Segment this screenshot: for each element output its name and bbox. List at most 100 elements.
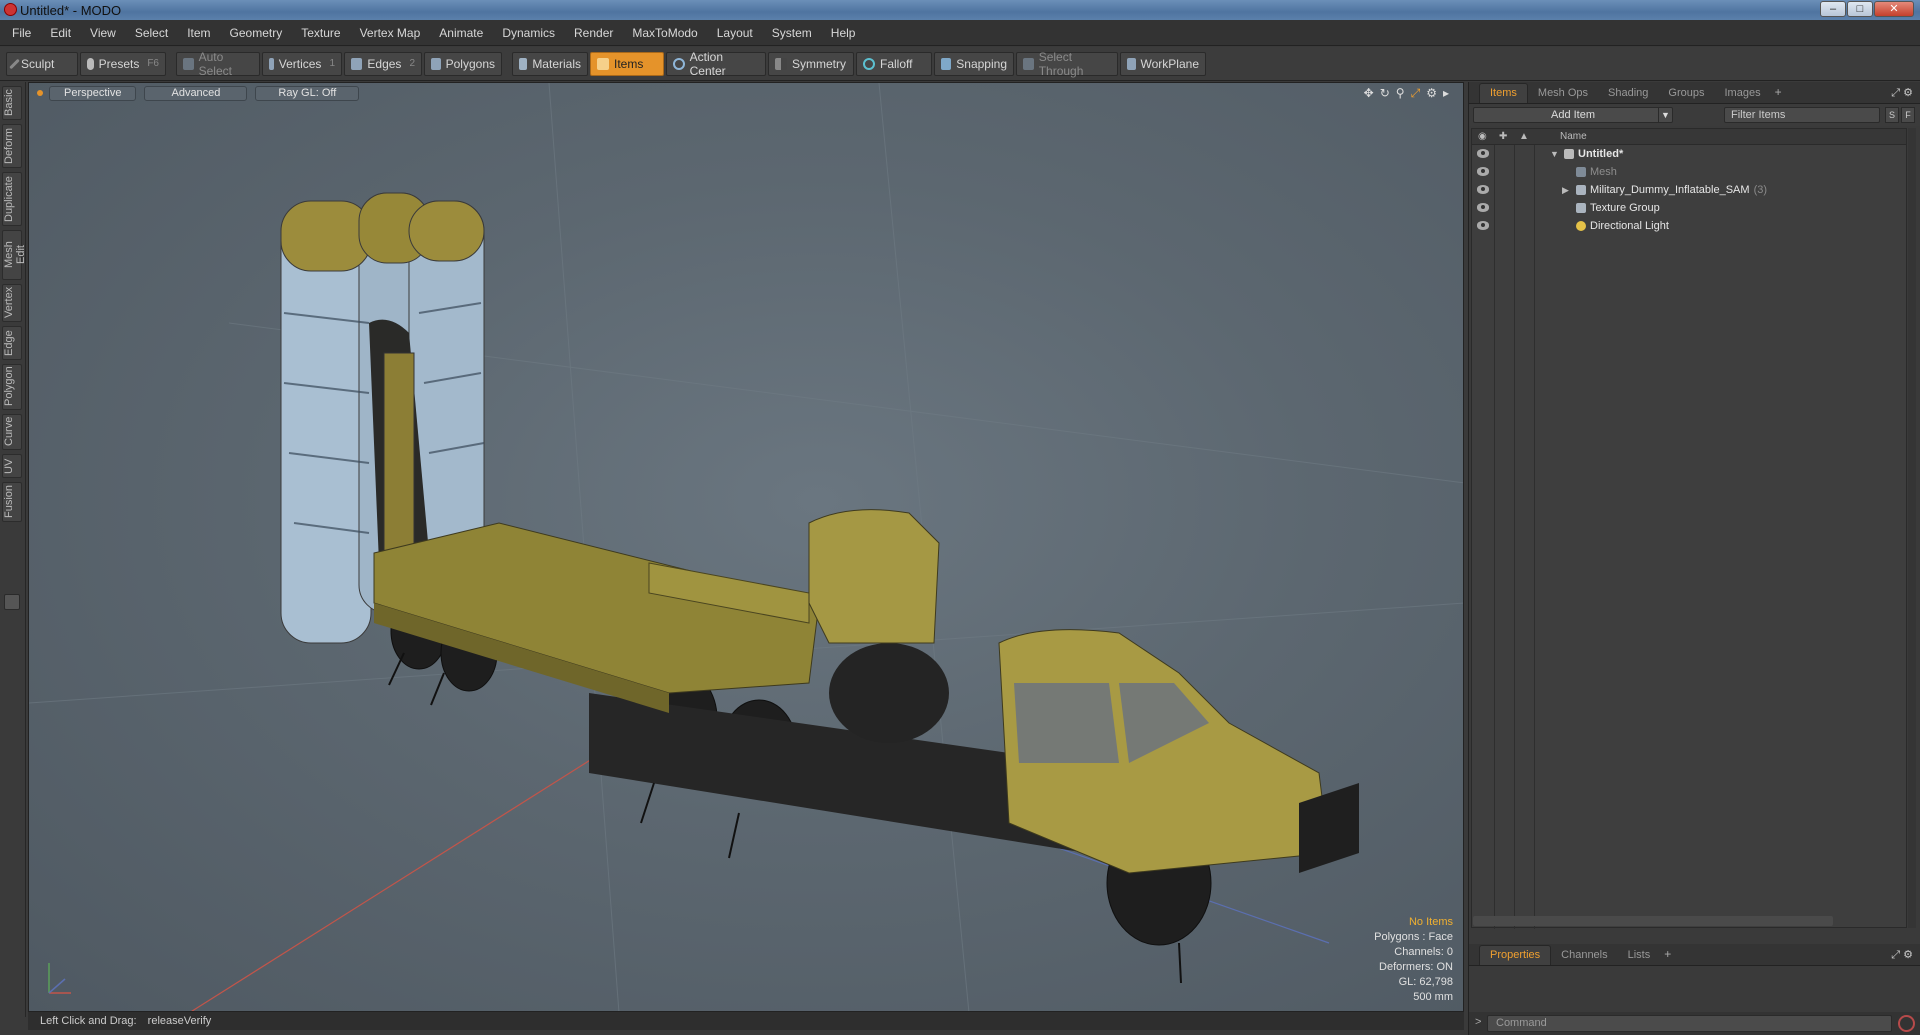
menu-geometry[interactable]: Geometry: [230, 26, 283, 40]
filter-items-field[interactable]: Filter Items: [1724, 107, 1880, 123]
menu-file[interactable]: File: [12, 26, 31, 40]
scene-icon: [1564, 149, 1574, 159]
falloff-button[interactable]: Falloff: [856, 51, 932, 76]
vertices-icon: [269, 57, 274, 70]
name-column-header[interactable]: Name: [1560, 131, 1587, 142]
dropdown-arrow-icon[interactable]: ▼: [1658, 108, 1672, 122]
visibility-eye-icon[interactable]: [1477, 203, 1489, 212]
filter-toggle-button[interactable]: F: [1901, 107, 1915, 123]
tab-lists[interactable]: Lists: [1618, 949, 1661, 965]
zoom-icon[interactable]: ⚲: [1396, 86, 1405, 101]
lock-column-icon[interactable]: ✚: [1499, 131, 1507, 142]
item-list: ◉ ✚ ▲ Name ▼ Untitled* Mesh ▶ Military_D…: [1471, 128, 1907, 929]
presets-button[interactable]: Presets F6: [80, 51, 166, 76]
visibility-eye-icon[interactable]: [1477, 149, 1489, 158]
workplane-icon: [1127, 57, 1136, 70]
select-through-button[interactable]: Select Through: [1016, 50, 1118, 78]
tab-duplicate[interactable]: Duplicate: [2, 172, 22, 226]
tab-curve[interactable]: Curve: [2, 414, 22, 450]
symmetry-button[interactable]: Symmetry: [768, 51, 854, 76]
rotate-icon[interactable]: ↻: [1380, 86, 1390, 101]
materials-button[interactable]: Materials: [512, 51, 588, 76]
raygl-dropdown[interactable]: Ray GL: Off: [255, 85, 360, 101]
search-toggle-button[interactable]: S: [1885, 107, 1899, 123]
action-center-button[interactable]: Action Center: [666, 50, 766, 78]
render-column-icon[interactable]: ▲: [1519, 131, 1529, 142]
tab-polygon[interactable]: Polygon: [2, 364, 22, 410]
panel-options-icon[interactable]: ⤢ ⚙: [1891, 86, 1913, 100]
edges-button[interactable]: Edges 2: [344, 51, 422, 76]
tab-properties[interactable]: Properties: [1479, 945, 1552, 965]
add-tab-icon[interactable]: +: [1664, 947, 1671, 965]
view-type-dropdown[interactable]: Perspective: [49, 85, 137, 101]
tree-row-military-dummy[interactable]: ▶ Military_Dummy_Inflatable_SAM (3): [1472, 181, 1906, 199]
menu-dynamics[interactable]: Dynamics: [502, 26, 555, 40]
record-icon[interactable]: [1898, 1015, 1915, 1032]
items-button[interactable]: Items: [590, 51, 664, 76]
tab-shading[interactable]: Shading: [1598, 87, 1658, 103]
tab-channels[interactable]: Channels: [1551, 949, 1617, 965]
visibility-eye-icon[interactable]: [1477, 185, 1489, 194]
menu-item[interactable]: Item: [187, 26, 210, 40]
menu-system[interactable]: System: [772, 26, 812, 40]
status-label: Left Click and Drag:: [40, 1015, 137, 1027]
menu-texture[interactable]: Texture: [301, 26, 340, 40]
menu-help[interactable]: Help: [831, 26, 856, 40]
tab-basic[interactable]: Basic: [2, 86, 22, 120]
maximize-button[interactable]: □: [1847, 1, 1873, 17]
pan-icon[interactable]: ✥: [1364, 86, 1374, 101]
viewport-nav-icons: ✥ ↻ ⚲ ⤢ ⚙ ▸: [1364, 86, 1449, 101]
horizontal-scrollbar[interactable]: [1473, 916, 1833, 926]
tree-row-scene[interactable]: ▼ Untitled*: [1472, 145, 1906, 163]
tab-images[interactable]: Images: [1715, 87, 1771, 103]
add-item-button[interactable]: Add Item ▼: [1473, 107, 1673, 123]
settings-icon[interactable]: ⚙: [1426, 86, 1437, 101]
snapping-button[interactable]: Snapping: [934, 51, 1014, 76]
tree-row-texture-group[interactable]: Texture Group: [1472, 199, 1906, 217]
deformers-stat: Deformers: ON: [1379, 961, 1453, 973]
collapse-arrow-icon[interactable]: ▼: [1550, 145, 1559, 163]
visibility-eye-icon[interactable]: [1477, 167, 1489, 176]
sculpt-button[interactable]: Sculpt: [6, 51, 78, 76]
visibility-column-icon[interactable]: ◉: [1478, 131, 1487, 142]
fit-icon[interactable]: ⤢: [1411, 86, 1421, 101]
3d-viewport[interactable]: Perspective Advanced Ray GL: Off ✥ ↻ ⚲ ⤢…: [28, 82, 1464, 1012]
viewport-menu-dot[interactable]: [37, 90, 43, 96]
workplane-button[interactable]: WorkPlane: [1120, 51, 1206, 76]
tree-row-mesh[interactable]: Mesh: [1472, 163, 1906, 181]
vertices-button[interactable]: Vertices 1: [262, 51, 342, 76]
panel-options-icon[interactable]: ⤢ ⚙: [1891, 948, 1913, 962]
expand-arrow-icon[interactable]: ▶: [1562, 181, 1569, 199]
tab-groups[interactable]: Groups: [1658, 87, 1714, 103]
tab-deform[interactable]: Deform: [2, 124, 22, 168]
tab-edge[interactable]: Edge: [2, 326, 22, 360]
menu-edit[interactable]: Edit: [50, 26, 71, 40]
minimize-button[interactable]: –: [1820, 1, 1846, 17]
auto-select-button[interactable]: Auto Select: [176, 50, 260, 78]
tab-uv[interactable]: UV: [2, 454, 22, 478]
menu-render[interactable]: Render: [574, 26, 613, 40]
menu-layout[interactable]: Layout: [717, 26, 753, 40]
gl-stat: GL: 62,798: [1398, 976, 1453, 988]
polygons-button[interactable]: Polygons: [424, 51, 502, 76]
add-tab-icon[interactable]: +: [1775, 85, 1782, 103]
tab-fusion[interactable]: Fusion: [2, 482, 22, 522]
panel-toggle-button[interactable]: [4, 594, 20, 610]
menu-vertex-map[interactable]: Vertex Map: [360, 26, 421, 40]
menu-animate[interactable]: Animate: [439, 26, 483, 40]
tab-mesh-edit[interactable]: Mesh Edit: [2, 230, 27, 280]
tab-mesh-ops[interactable]: Mesh Ops: [1528, 87, 1598, 103]
menu-maxtomodo[interactable]: MaxToModo: [632, 26, 697, 40]
close-button[interactable]: ✕: [1874, 1, 1914, 17]
tree-row-directional-light[interactable]: Directional Light: [1472, 217, 1906, 235]
tab-vertex[interactable]: Vertex: [2, 284, 22, 322]
shading-dropdown[interactable]: Advanced: [144, 85, 248, 101]
menu-view[interactable]: View: [90, 26, 116, 40]
vertical-scrollbar[interactable]: [1908, 128, 1916, 928]
command-input[interactable]: Command: [1487, 1015, 1892, 1032]
tab-items[interactable]: Items: [1479, 83, 1528, 103]
expand-arrow-icon[interactable]: ▸: [1443, 86, 1449, 101]
visibility-eye-icon[interactable]: [1477, 221, 1489, 230]
menu-select[interactable]: Select: [135, 26, 168, 40]
group-locator-icon: [1576, 185, 1586, 195]
